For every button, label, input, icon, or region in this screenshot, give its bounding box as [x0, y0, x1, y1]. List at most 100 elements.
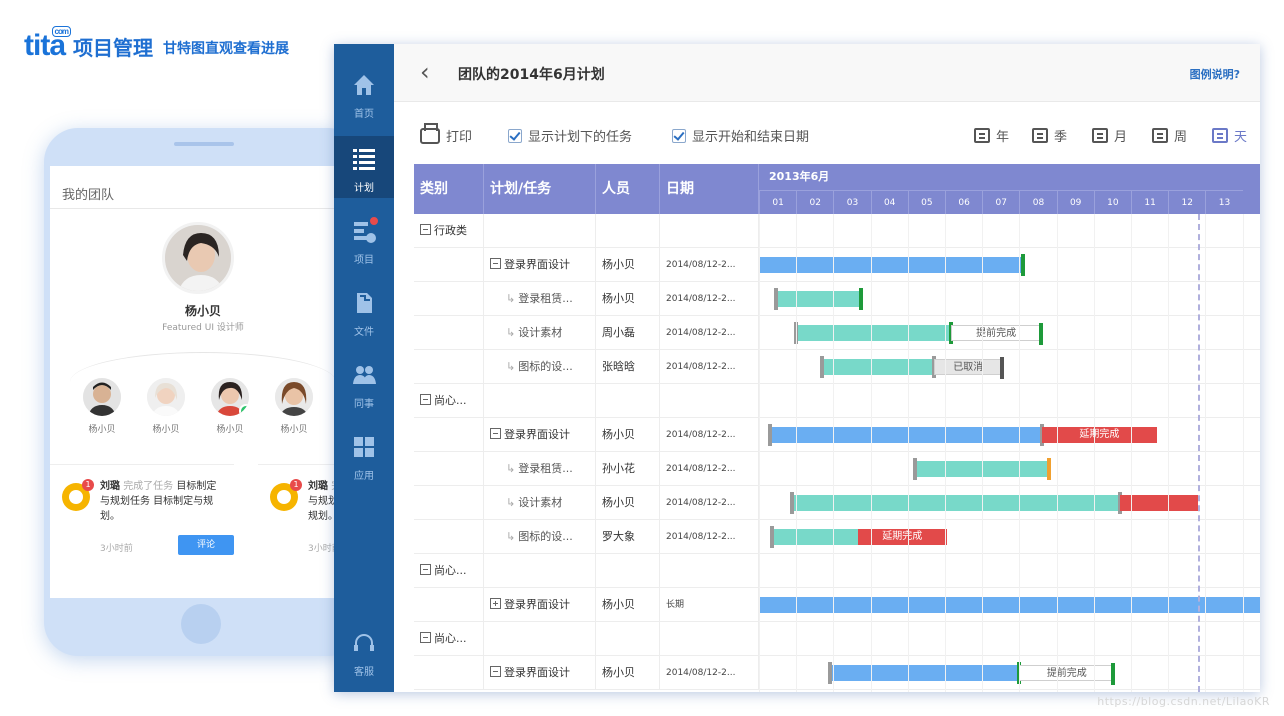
day-header-13: 13: [1205, 190, 1243, 214]
category-cell: [414, 418, 484, 452]
column-header-person[interactable]: 人员: [596, 164, 660, 214]
timeline-gridline: [796, 214, 798, 692]
calendar-icon: [1032, 128, 1048, 143]
timeline-gridline: [759, 214, 760, 692]
gantt-row[interactable]: ↳ 设计素材 周小磊 2014/08/12-2... 提前完成: [414, 316, 1260, 350]
toolbar: 打印 显示计划下的任务 显示开始和结束日期 年 季 月 周 天: [394, 102, 1260, 164]
category-cell: [414, 248, 484, 282]
main-panel: ‹ 团队的2014年6月计划 图例说明? 打印 显示计划下的任务 显示开始和结束…: [394, 44, 1260, 692]
gantt-bar[interactable]: [759, 254, 1026, 276]
task-cell: ↳ 登录租赁...: [484, 452, 596, 486]
gantt-bar[interactable]: 提前完成: [950, 323, 1043, 345]
gantt-row[interactable]: 登录界面设计 杨小贝 2014/08/12-2... 提前完成: [414, 656, 1260, 690]
gantt-row[interactable]: ↳ 登录租赁... 杨小贝 2014/08/12-2...: [414, 282, 1260, 316]
bar-end-marker: [1021, 254, 1026, 276]
sidebar-item-plan[interactable]: 计划: [334, 136, 394, 198]
person-cell: 张晗晗: [596, 350, 660, 384]
day-header-10: 10: [1093, 190, 1131, 214]
gantt-row[interactable]: ↳ 图标的设... 罗大象 2014/08/12-2... 延期完成: [414, 520, 1260, 554]
bar-start-marker: [790, 492, 795, 514]
category-cell: [414, 520, 484, 554]
gantt-row[interactable]: 登录界面设计 杨小贝 2014/08/12-2...: [414, 248, 1260, 282]
person-cell: 周小磊: [596, 316, 660, 350]
member-avatar-3[interactable]: 杨小贝: [210, 378, 250, 435]
gantt-row[interactable]: 登录界面设计 杨小贝 长期: [414, 588, 1260, 622]
view-year-button[interactable]: 年: [974, 126, 1009, 145]
gantt-bar[interactable]: 延期完成: [1041, 427, 1158, 443]
category-cell: [414, 588, 484, 622]
gantt-row[interactable]: ↳ 登录租赁... 孙小花 2014/08/12-2...: [414, 452, 1260, 486]
comment-button[interactable]: 评论: [178, 535, 234, 555]
gantt-bar[interactable]: [820, 356, 936, 378]
notification-card-1[interactable]: 1 刘璐 完成了任务 目标制定与规划任务 目标制定与规划。 3小时前 评论: [50, 464, 234, 560]
view-week-button[interactable]: 周: [1152, 126, 1187, 145]
collapse-icon: [420, 564, 431, 575]
day-header-06: 06: [945, 190, 983, 214]
sidebar-item-colleagues[interactable]: 同事: [334, 352, 394, 414]
timeline-gridline: [1131, 214, 1132, 692]
category-cell: [414, 486, 484, 520]
product-tagline: 甘特图直观查看进展: [163, 41, 289, 57]
task-cell: ↳ 图标的设...: [484, 350, 596, 384]
person-cell: 杨小贝: [596, 486, 660, 520]
category-cell: [414, 282, 484, 316]
view-quarter-button[interactable]: 季: [1032, 126, 1067, 145]
gantt-bar[interactable]: [773, 288, 864, 310]
gantt-bar[interactable]: [794, 322, 953, 344]
sidebar-item-apps[interactable]: 应用: [334, 424, 394, 486]
show-dates-checkbox[interactable]: 显示开始和结束日期: [672, 126, 809, 145]
calendar-icon: [974, 128, 990, 143]
task-cell: [484, 214, 596, 248]
gantt-row[interactable]: 尚心...: [414, 554, 1260, 588]
print-button[interactable]: 打印: [420, 122, 472, 145]
gantt-row[interactable]: 登录界面设计 杨小贝 2014/08/12-2... 延期完成: [414, 418, 1260, 452]
day-header-09: 09: [1056, 190, 1094, 214]
gantt-bar[interactable]: [827, 662, 1022, 684]
sidebar-item-files[interactable]: 文件: [334, 280, 394, 342]
member-avatar-4[interactable]: 杨小贝: [274, 378, 314, 435]
leader-role: Featured UI 设计师: [162, 323, 244, 333]
file-icon: [351, 290, 377, 316]
show-tasks-checkbox[interactable]: 显示计划下的任务: [508, 126, 632, 145]
column-header-category[interactable]: 类别: [414, 164, 484, 214]
task-cell: 登录界面设计: [484, 418, 596, 452]
checkbox-checked-icon: [672, 128, 686, 143]
view-day-button[interactable]: 天: [1212, 126, 1247, 145]
sidebar-item-support[interactable]: 客服: [334, 620, 394, 682]
member-avatar-1[interactable]: 杨小贝: [82, 378, 122, 435]
timeline-gridline: [833, 214, 835, 692]
date-cell: 2014/08/12-2...: [660, 282, 759, 316]
gantt-row[interactable]: 尚心...: [414, 384, 1260, 418]
legend-help-link[interactable]: 图例说明?: [1190, 66, 1240, 82]
gantt-row[interactable]: ↳ 设计素材 杨小贝 2014/08/12-2...: [414, 486, 1260, 520]
person-cell: 杨小贝: [596, 418, 660, 452]
person-cell: [596, 554, 660, 588]
task-cell: ↳ 登录租赁...: [484, 282, 596, 316]
phone-home-button[interactable]: [181, 604, 221, 644]
back-button[interactable]: ‹: [420, 58, 430, 86]
view-month-button[interactable]: 月: [1092, 126, 1127, 145]
sidebar-item-home[interactable]: 首页: [334, 62, 394, 124]
gantt-bar[interactable]: 提前完成: [1019, 663, 1116, 685]
gantt-row[interactable]: ↳ 图标的设... 张晗晗 2014/08/12-2... 已取消: [414, 350, 1260, 384]
gantt-chart: 类别 计划/任务 人员 日期 2013年6月 01 02 03 04 05 06 07 08 0…: [414, 164, 1260, 692]
product-name: 项目管理: [73, 36, 153, 60]
task-cell: 登录界面设计: [484, 656, 596, 690]
person-cell: 杨小贝: [596, 656, 660, 690]
column-header-date[interactable]: 日期: [660, 164, 759, 214]
leader-avatar[interactable]: [162, 222, 234, 294]
timeline-gridline: [870, 214, 872, 692]
column-header-task[interactable]: 计划/任务: [484, 164, 596, 214]
gantt-bar[interactable]: [770, 526, 858, 548]
sidebar-item-project[interactable]: 项目: [334, 208, 394, 270]
task-cell: ↳ 设计素材: [484, 316, 596, 350]
gantt-bar[interactable]: [768, 424, 1044, 446]
gantt-bar[interactable]: [790, 492, 1122, 514]
gantt-row[interactable]: 行政类: [414, 214, 1260, 248]
gantt-row[interactable]: 尚心...: [414, 622, 1260, 656]
today-marker: [1197, 214, 1200, 692]
member-avatar-2[interactable]: 杨小贝: [146, 378, 186, 435]
day-header-11: 11: [1131, 190, 1169, 214]
task-icon: 1: [270, 479, 302, 511]
task-icon: 1: [62, 479, 94, 511]
